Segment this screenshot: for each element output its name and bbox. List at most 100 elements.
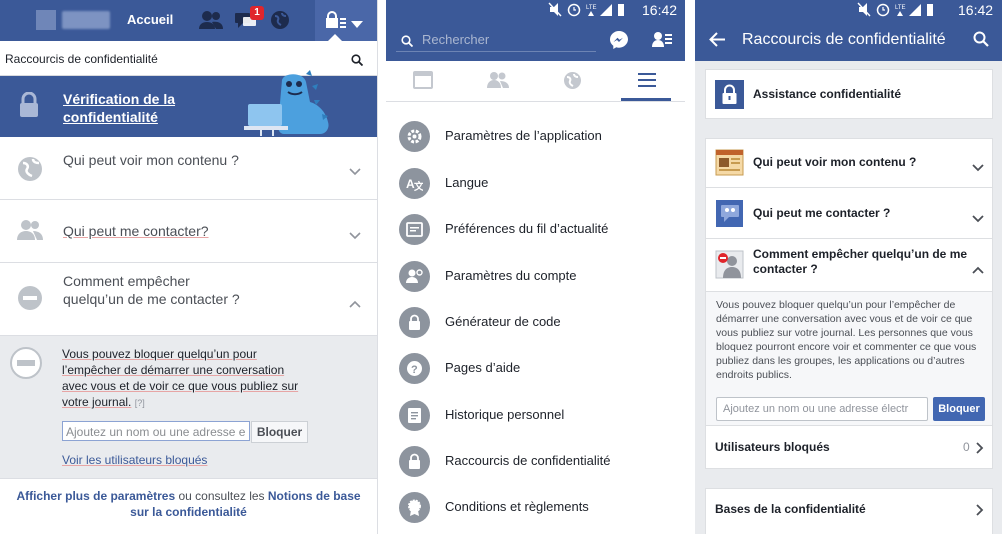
account-settings-icon — [399, 261, 430, 292]
menu-item-activity-log[interactable]: Historique personnel — [386, 392, 685, 438]
privacy-checkup-banner[interactable]: Vérification de la confidentialité — [0, 70, 377, 137]
more-settings-link[interactable]: Afficher plus de paramètres — [16, 489, 175, 503]
block-button[interactable]: Bloquer — [251, 421, 308, 443]
section-label: Qui peut voir mon contenu ? — [753, 155, 917, 169]
section-who-can-contact[interactable]: Qui peut me contacter ? — [706, 188, 992, 239]
block-section-expanded: Vous pouvez bloquer quelqu’un pour l’emp… — [706, 292, 992, 426]
search-input[interactable]: Rechercher — [396, 28, 596, 52]
privacy-sections-card: Qui peut voir mon contenu ? Qui peut me … — [705, 138, 993, 469]
svg-text:?: ? — [411, 364, 418, 376]
globe-icon[interactable] — [270, 10, 290, 35]
block-icon — [10, 347, 42, 384]
search-icon[interactable] — [351, 53, 364, 71]
row-who-can-see[interactable]: Qui peut voir mon contenu ? — [0, 137, 377, 200]
back-arrow-icon[interactable] — [709, 32, 726, 52]
chevron-up-icon — [349, 295, 361, 313]
footer-middle-text: ou consultez les — [175, 489, 268, 503]
menu-item-label: Pages d’aide — [445, 360, 521, 375]
tab-menu[interactable] — [638, 73, 656, 92]
menu-item-label: Conditions et règlements — [445, 499, 589, 514]
block-icon — [17, 285, 43, 316]
menu-item-app-settings[interactable]: Paramètres de l’application — [386, 113, 685, 159]
row-how-to-block[interactable]: Comment empêcher quelqu’un de me contact… — [0, 263, 377, 336]
block-description-text: Vous pouvez bloquer quelqu’un pour l’emp… — [62, 347, 299, 409]
friend-requests-icon[interactable] — [652, 31, 672, 53]
privacy-assistance-card[interactable]: Assistance confidentialité — [705, 69, 993, 119]
tab-bar — [386, 61, 685, 102]
svg-text:LTE: LTE — [895, 5, 906, 11]
chevron-right-icon — [976, 503, 984, 521]
android-privacy-panel: LTE 16:42 Raccourcis de confidentialité … — [695, 0, 1002, 534]
svg-text:LTE: LTE — [586, 5, 597, 11]
menu-item-label: Paramètres du compte — [445, 268, 577, 283]
help-marker[interactable]: [?] — [135, 398, 145, 408]
menu-item-label: Préférences du fil d’actualité — [445, 221, 609, 236]
desktop-privacy-panel: Accueil 1 Raccourcis de confidentialité — [0, 0, 378, 534]
block-user-input[interactable]: Ajoutez un nom ou une adresse e — [62, 421, 250, 441]
lock-menu-icon — [325, 11, 347, 34]
avatar[interactable] — [36, 10, 56, 30]
block-description: Vous pouvez bloquer quelqu’un pour l’emp… — [62, 346, 312, 411]
footer: Afficher plus de paramètres ou consultez… — [0, 478, 377, 534]
menu-item-language[interactable]: A文 Langue — [386, 160, 685, 206]
menu-item-label: Paramètres de l’application — [445, 128, 602, 143]
menu-item-help-pages[interactable]: ? Pages d’aide — [386, 345, 685, 391]
history-icon — [399, 400, 430, 431]
section-label: Comment empêcher quelqu’un de me contact… — [753, 247, 968, 276]
menu-item-terms[interactable]: Conditions et règlements — [386, 484, 685, 530]
privacy-shortcuts-button[interactable] — [315, 0, 377, 41]
lock-icon — [18, 91, 40, 123]
chevron-right-icon — [976, 441, 984, 459]
search-icon[interactable] — [973, 31, 989, 52]
privacy-checkup-link[interactable]: Vérification de la confidentialité — [63, 90, 203, 126]
row-label: Qui peut me contacter? — [63, 223, 209, 239]
code-lock-icon — [399, 307, 430, 338]
android-menu-panel: LTE 16:42 Rechercher Paramètres de l’app… — [386, 0, 685, 534]
chevron-up-icon — [972, 261, 984, 279]
menu-item-code-generator[interactable]: Générateur de code — [386, 299, 685, 345]
page-title: Raccourcis de confidentialité — [742, 31, 946, 48]
menu-item-privacy-shortcuts[interactable]: Raccourcis de confidentialité — [386, 438, 685, 484]
friends-icon — [17, 219, 43, 246]
home-link[interactable]: Accueil — [127, 12, 173, 27]
assistance-label: Assistance confidentialité — [753, 87, 902, 101]
lock-icon — [399, 446, 430, 477]
section-how-to-block[interactable]: Comment empêcher quelqu’un de me contact… — [706, 239, 992, 292]
profile-name-blurred[interactable] — [62, 11, 110, 29]
globe-icon — [17, 156, 43, 187]
row-who-can-contact[interactable]: Qui peut me contacter? — [0, 200, 377, 263]
menu-item-feed-preferences[interactable]: Préférences du fil d’actualité — [386, 206, 685, 252]
blocked-users-label: Utilisateurs bloqués — [715, 440, 830, 454]
chevron-down-icon — [349, 227, 361, 245]
menu-item-account-settings[interactable]: Paramètres du compte — [386, 253, 685, 299]
privacy-basics-card[interactable]: Bases de la confidentialité — [705, 488, 993, 534]
tab-news-feed[interactable] — [413, 71, 433, 94]
chevron-down-icon — [349, 163, 361, 181]
block-section-expanded: Vous pouvez bloquer quelqu’un pour l’emp… — [0, 336, 377, 478]
search-title: Raccourcis de confidentialité — [5, 52, 158, 66]
tab-friends[interactable] — [487, 71, 509, 94]
feed-icon — [399, 214, 430, 245]
content-icon — [715, 148, 744, 177]
block-user-input[interactable]: Ajoutez un nom ou une adresse électr — [716, 397, 928, 421]
messenger-icon[interactable] — [609, 30, 629, 55]
status-time: 16:42 — [958, 2, 994, 18]
menu-item-label: Générateur de code — [445, 314, 561, 329]
view-blocked-users-link[interactable]: Voir les utilisateurs bloqués — [62, 453, 207, 467]
gear-icon — [399, 121, 430, 152]
menu-item-label: Raccourcis de confidentialité — [445, 453, 611, 468]
menu-item-label: Historique personnel — [445, 407, 565, 422]
contact-icon — [715, 199, 744, 228]
block-description: Vous pouvez bloquer quelqu’un pour l’emp… — [716, 299, 977, 381]
translate-icon: A文 — [399, 168, 430, 199]
tab-notifications[interactable] — [563, 71, 582, 95]
block-button[interactable]: Bloquer — [933, 397, 985, 421]
search-icon — [401, 34, 414, 52]
chevron-down-icon — [972, 159, 984, 177]
section-who-can-see[interactable]: Qui peut voir mon contenu ? — [706, 139, 992, 188]
top-bar: Accueil 1 — [0, 0, 377, 41]
blocked-users-row[interactable]: Utilisateurs bloqués 0 — [706, 426, 992, 468]
svg-text:文: 文 — [414, 180, 423, 192]
chevron-down-icon — [351, 16, 363, 34]
friends-icon[interactable] — [198, 10, 224, 35]
